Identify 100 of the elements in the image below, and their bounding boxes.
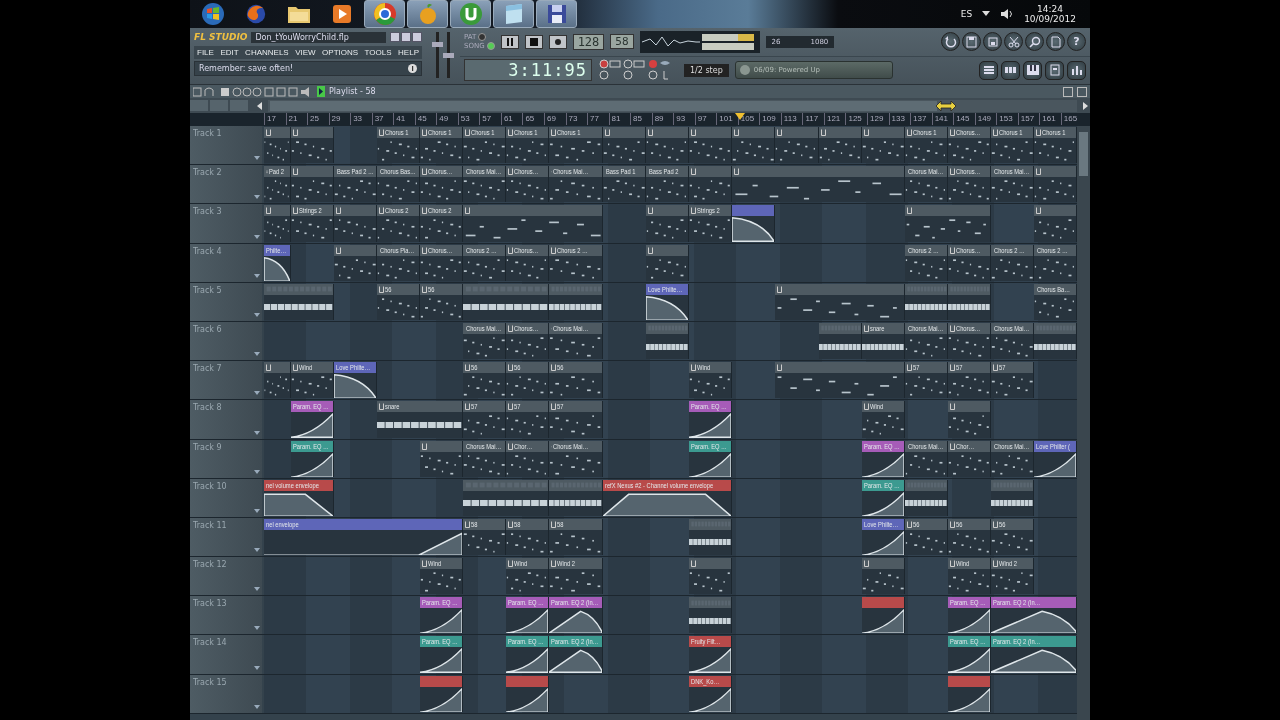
pattern-clip[interactable]: 56 xyxy=(947,518,991,556)
track-header[interactable]: Track 15 xyxy=(190,674,262,713)
automation-clip[interactable]: Param. EQ … xyxy=(861,440,905,477)
pattern-clip[interactable]: Chorus 1 xyxy=(463,127,507,164)
track-lane[interactable]: Param. EQ … Param. EQ … Param. EQ 2 (In… Param. EQ … Param. EQ 2 (In… xyxy=(264,596,1077,635)
pattern-clip[interactable]: 57 xyxy=(506,401,550,438)
automation-clip[interactable]: Love Philter ( xyxy=(1033,440,1077,477)
track-lane[interactable]: 56 56 Love Philte… Chorus Ba… xyxy=(264,282,1077,321)
pattern-clip[interactable]: Chorus 2 … xyxy=(1033,244,1077,281)
menu-item[interactable]: OPTIONS xyxy=(322,48,359,57)
track-lane[interactable]: DNK_Ko… xyxy=(264,674,1077,713)
pattern-clip[interactable]: 58 xyxy=(549,518,604,556)
pattern-clip[interactable]: Chorus 1 xyxy=(990,127,1034,164)
pattern-clip[interactable]: Chorus Mai… xyxy=(904,166,948,203)
pattern-clip[interactable]: 56 xyxy=(377,283,421,320)
pattern-clip[interactable]: Chorus Ba… xyxy=(1033,283,1077,320)
pattern-clip[interactable]: Chorus 1 xyxy=(506,127,550,164)
pattern-clip[interactable]: Chorus 2 xyxy=(420,205,464,242)
track-header[interactable]: Track 1 xyxy=(190,126,262,165)
track-lane[interactable]: Chorus 1 Chorus 1 Chorus 1 Chorus 1 Chorus 1 Chorus 1 Chorus… Chorus 1 Chorus 1 xyxy=(264,126,1077,165)
automation-clip[interactable]: refX Nexus #2 - Channel volume envelope xyxy=(603,479,733,516)
pattern-clip[interactable]: Strings 2 xyxy=(689,205,733,242)
pattern-clip[interactable]: Bass Pad 2 xyxy=(646,166,690,203)
pattern-clip[interactable]: 56 xyxy=(463,362,507,399)
menu-item[interactable]: TOOLS xyxy=(364,48,392,57)
pattern-clip[interactable]: Chorus Mai… xyxy=(904,440,948,477)
pattern-clip[interactable]: Chorus Mai… xyxy=(463,440,507,477)
pattern-clip[interactable]: Wind xyxy=(947,558,991,595)
automation-clip[interactable]: Param. EQ … xyxy=(689,401,733,438)
track-header[interactable]: Track 4 xyxy=(190,243,262,282)
pattern-clip[interactable]: Wind 2 xyxy=(990,558,1034,595)
pattern-clip[interactable]: Chorus… xyxy=(506,322,550,360)
track-lane[interactable]: nel envelope 58 58 58 Love Philte… 56 56 56 xyxy=(264,517,1077,557)
pattern-clip[interactable]: Chorus… xyxy=(420,244,464,281)
pattern-clip[interactable]: 57 xyxy=(990,362,1034,399)
snap-selector[interactable]: 1/2 step xyxy=(684,63,729,77)
menu-item[interactable]: HELP xyxy=(398,48,419,57)
pattern-clip[interactable]: Chorus… xyxy=(947,244,991,281)
menu-item[interactable]: CHANNELS xyxy=(245,48,289,57)
pattern-clip[interactable]: Chor… xyxy=(506,440,550,477)
automation-clip[interactable]: Fruity Filt… xyxy=(689,636,733,673)
pattern-clip[interactable]: Chorus… xyxy=(947,127,991,164)
pattern-clip[interactable]: Chorus Mai… xyxy=(549,440,604,477)
language-indicator[interactable]: ES xyxy=(960,9,973,19)
pattern-clip[interactable]: Chorus Pia… xyxy=(377,244,421,281)
track-header[interactable]: Track 3 xyxy=(190,204,262,243)
track-lane[interactable]: nel volume envelope refX Nexus #2 - Channel volume envelope Param. EQ … xyxy=(264,478,1077,517)
automation-clip[interactable]: Param. EQ … xyxy=(420,597,464,634)
automation-clip[interactable]: Param. EQ … xyxy=(506,597,550,634)
pattern-clip[interactable]: Wind 2 xyxy=(549,558,604,595)
track-header[interactable]: Track 14 xyxy=(190,635,262,674)
pattern-clip[interactable]: Chorus 1 xyxy=(377,127,421,164)
menu-item[interactable]: FILE xyxy=(197,48,214,57)
pattern-clip[interactable]: Pad 2 xyxy=(264,166,291,203)
pattern-clip[interactable]: Chorus 2 … xyxy=(463,244,507,281)
track-lane[interactable]: Param. EQ … Chorus Mai… Chor… Chorus Mai… Param. EQ … Param. EQ … Chorus Mai… Chor… Chorus Mai… Love Philter ( xyxy=(264,439,1077,478)
pattern-clip[interactable]: Wind xyxy=(506,558,550,595)
pattern-clip[interactable]: Chorus Mai… xyxy=(549,322,604,360)
pattern-clip[interactable]: 57 xyxy=(463,401,507,438)
pattern-clip[interactable]: Chorus… xyxy=(947,322,991,360)
track-lane[interactable]: Wind Love Philte… 56 56 56 Wind 57 57 57 xyxy=(264,361,1077,400)
step-clip[interactable]: snare xyxy=(861,322,905,360)
pattern-clip[interactable]: Chorus 1 xyxy=(904,127,948,164)
pattern-clip[interactable]: Chorus Mai… xyxy=(549,166,604,203)
pattern-clip[interactable]: Chorus 2 … xyxy=(990,244,1034,281)
step-clip[interactable]: snare xyxy=(377,401,464,438)
pattern-clip[interactable]: Wind xyxy=(689,362,733,399)
automation-clip[interactable]: Param. EQ 2 (In… xyxy=(990,597,1077,634)
pattern-clip[interactable]: Chorus 2 … xyxy=(549,244,604,281)
pattern-clip[interactable]: Chorus 2 xyxy=(377,205,421,242)
pattern-clip[interactable]: Chorus Mai… xyxy=(904,322,948,360)
automation-clip[interactable]: nel envelope xyxy=(264,518,464,556)
pattern-clip[interactable]: 56 xyxy=(420,283,464,320)
track-lane[interactable]: Chorus Mai… Chorus… Chorus Mai… snare Chorus Mai… Chorus… Chorus Mai… xyxy=(264,321,1077,361)
pattern-clip[interactable]: Bass Pad 1 xyxy=(603,166,647,203)
track-header[interactable]: Track 10 xyxy=(190,478,262,517)
menu-item[interactable]: VIEW xyxy=(295,48,316,57)
pattern-clip[interactable]: Chorus… xyxy=(420,166,464,203)
pattern-clip[interactable]: Chorus… xyxy=(506,166,550,203)
pattern-clip[interactable]: Chorus… xyxy=(947,166,991,203)
automation-clip[interactable]: Param. EQ … xyxy=(290,401,334,438)
pattern-clip[interactable]: Chorus Mai… xyxy=(463,322,507,360)
menu-item[interactable]: EDIT xyxy=(220,48,239,57)
pattern-clip[interactable]: Chorus Mai… xyxy=(990,166,1034,203)
track-header[interactable]: Track 5 xyxy=(190,282,262,321)
tempo-display[interactable]: 128 xyxy=(572,33,605,50)
automation-clip[interactable]: Philte… xyxy=(264,244,291,281)
pattern-clip[interactable]: Chorus 1 xyxy=(1033,127,1077,164)
track-lane[interactable]: Strings 2 Chorus 2 Chorus 2 Strings 2 xyxy=(264,204,1077,243)
pattern-clip[interactable]: Bass Pad 2 … xyxy=(334,166,378,203)
automation-clip[interactable]: Love Philte… xyxy=(646,283,690,320)
automation-clip[interactable]: Param. EQ … xyxy=(947,597,991,634)
pattern-clip[interactable]: Chorus 2 … xyxy=(904,244,948,281)
track-header[interactable]: Track 2 xyxy=(190,165,262,204)
pattern-clip[interactable]: Chorus Mai… xyxy=(463,166,507,203)
pattern-clip[interactable]: Chorus… xyxy=(506,244,550,281)
pattern-clip[interactable]: 58 xyxy=(506,518,550,556)
automation-clip[interactable]: Love Philte… xyxy=(861,518,905,556)
track-header[interactable]: Track 8 xyxy=(190,400,262,439)
pattern-clip[interactable]: 56 xyxy=(506,362,550,399)
